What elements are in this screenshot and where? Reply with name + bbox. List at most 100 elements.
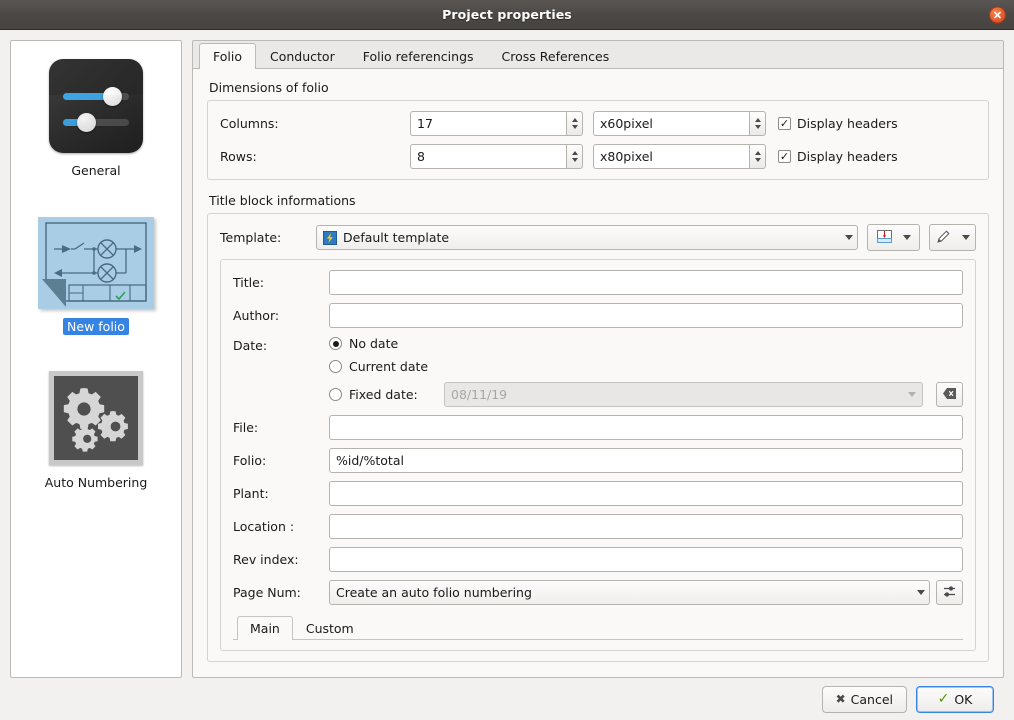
columns-size-input[interactable]: x60pixel xyxy=(593,111,749,136)
location-field-row: Location : xyxy=(233,514,963,539)
sidebar-item-auto-numbering[interactable]: Auto Numbering xyxy=(11,371,181,491)
checkbox-checked-icon[interactable]: ✓ xyxy=(778,117,791,130)
folio-field-input[interactable]: %id/%total xyxy=(329,448,963,473)
rows-display-headers-label: Display headers xyxy=(797,149,898,164)
checkbox-checked-icon[interactable]: ✓ xyxy=(778,150,791,163)
folio-field-label: Folio: xyxy=(233,453,267,468)
settings-sidebar: General New folio Auto Numbering xyxy=(10,40,182,678)
date-option-current-date[interactable]: Current date xyxy=(329,359,963,374)
chevron-down-icon[interactable] xyxy=(903,235,911,240)
template-combo[interactable]: Default template xyxy=(316,225,859,250)
check-icon: ✓ xyxy=(937,691,950,707)
sidebar-item-general[interactable]: General xyxy=(11,59,181,179)
columns-count-spin-buttons[interactable] xyxy=(566,111,583,136)
title-field-input[interactable] xyxy=(329,270,963,295)
rows-size-spin-buttons[interactable] xyxy=(749,144,766,169)
radio-selected-icon[interactable] xyxy=(329,337,342,350)
window-title: Project properties xyxy=(442,7,572,22)
rev-index-field-label: Rev index: xyxy=(233,552,299,567)
page-num-row: Page Num: Create an auto folio numbering xyxy=(233,580,963,605)
rows-size-stepper[interactable]: x80pixel xyxy=(593,144,766,169)
spin-up-icon[interactable] xyxy=(754,151,761,155)
dimensions-group-title: Dimensions of folio xyxy=(209,80,329,95)
template-row: Template: Default template xyxy=(220,224,976,251)
chevron-down-icon[interactable] xyxy=(908,392,916,397)
rows-count-spin-buttons[interactable] xyxy=(566,144,583,169)
template-label: Template: xyxy=(220,230,282,245)
date-option-fixed-date-label: Fixed date: xyxy=(349,387,418,402)
window-body: General New folio Auto Numbering Folio C… xyxy=(0,30,1014,720)
spin-up-icon[interactable] xyxy=(571,151,578,155)
author-field-row: Author: xyxy=(233,303,963,328)
columns-label: Columns: xyxy=(220,116,279,131)
sidebar-item-label-new-folio: New folio xyxy=(63,318,129,335)
spin-up-icon[interactable] xyxy=(754,118,761,122)
tab-cross-references[interactable]: Cross References xyxy=(488,43,624,69)
file-field-input[interactable] xyxy=(329,415,963,440)
title-field-row: Title: xyxy=(233,270,963,295)
columns-count-input[interactable]: 17 xyxy=(410,111,566,136)
settings-scroll-area: Dimensions of folio Columns: 17 x60pixel… xyxy=(193,69,1003,677)
tabbar: Folio Conductor Folio referencings Cross… xyxy=(193,41,1003,69)
spin-down-icon[interactable] xyxy=(571,158,578,162)
title-block-edit-button[interactable] xyxy=(928,224,976,251)
inner-tab-custom[interactable]: Custom xyxy=(293,616,367,640)
title-block-insert-icon xyxy=(876,228,893,248)
columns-size-stepper[interactable]: x60pixel xyxy=(593,111,766,136)
gears-icon xyxy=(49,371,143,465)
file-field-row: File: xyxy=(233,415,963,440)
spin-down-icon[interactable] xyxy=(571,125,578,129)
fixed-date-clear-button[interactable] xyxy=(936,382,963,407)
page-num-label: Page Num: xyxy=(233,585,301,600)
dialog-footer: ✖ Cancel ✓ OK xyxy=(10,678,1004,720)
rows-count-stepper[interactable]: 8 xyxy=(410,144,583,169)
page-num-settings-button[interactable] xyxy=(936,580,963,605)
lightning-bolt-icon xyxy=(323,230,337,245)
sliders-icon xyxy=(49,59,143,153)
columns-row: Columns: 17 x60pixel ✓ Display headers xyxy=(220,111,976,136)
columns-size-spin-buttons[interactable] xyxy=(749,111,766,136)
chevron-down-icon[interactable] xyxy=(961,235,970,240)
chevron-down-icon[interactable] xyxy=(845,235,854,240)
rows-row: Rows: 8 x80pixel ✓ Display headers xyxy=(220,144,976,169)
tab-conductor[interactable]: Conductor xyxy=(256,43,349,69)
inner-tab-main[interactable]: Main xyxy=(237,616,293,640)
radio-unselected-icon[interactable] xyxy=(329,388,342,401)
title-field-label: Title: xyxy=(233,275,264,290)
tab-folio-referencings[interactable]: Folio referencings xyxy=(349,43,488,69)
window-titlebar: Project properties xyxy=(0,0,1014,30)
rows-display-headers-checkbox[interactable]: ✓ Display headers xyxy=(778,149,898,164)
spin-up-icon[interactable] xyxy=(571,118,578,122)
rows-label: Rows: xyxy=(220,149,257,164)
tab-folio[interactable]: Folio xyxy=(199,43,256,69)
close-icon[interactable] xyxy=(989,6,1006,23)
columns-display-headers-checkbox[interactable]: ✓ Display headers xyxy=(778,116,898,131)
fixed-date-input[interactable]: 08/11/19 xyxy=(444,382,923,407)
page-num-combo[interactable]: Create an auto folio numbering xyxy=(329,580,930,605)
author-field-input[interactable] xyxy=(329,303,963,328)
dimensions-groupbox: Columns: 17 x60pixel ✓ Display headers R… xyxy=(207,100,989,180)
chevron-down-icon[interactable] xyxy=(917,590,925,595)
spin-down-icon[interactable] xyxy=(754,125,761,129)
author-field-label: Author: xyxy=(233,308,280,323)
columns-display-headers-label: Display headers xyxy=(797,116,898,131)
location-field-input[interactable] xyxy=(329,514,963,539)
date-option-fixed-date[interactable]: Fixed date: 08/11/19 xyxy=(329,382,963,407)
rows-count-input[interactable]: 8 xyxy=(410,144,566,169)
rows-size-input[interactable]: x80pixel xyxy=(593,144,749,169)
date-option-no-date[interactable]: No date xyxy=(329,336,963,351)
sidebar-item-label-general: General xyxy=(71,163,121,178)
title-block-group-title: Title block informations xyxy=(209,193,356,208)
page-num-value: Create an auto folio numbering xyxy=(336,585,532,600)
spin-down-icon[interactable] xyxy=(754,158,761,162)
title-block-insert-button[interactable] xyxy=(867,224,920,251)
main-panel: Folio Conductor Folio referencings Cross… xyxy=(192,40,1004,678)
radio-unselected-icon[interactable] xyxy=(329,360,342,373)
cancel-button[interactable]: ✖ Cancel xyxy=(821,685,907,713)
sidebar-item-label-auto-numbering: Auto Numbering xyxy=(44,475,148,490)
columns-count-stepper[interactable]: 17 xyxy=(410,111,583,136)
ok-button[interactable]: ✓ OK xyxy=(916,685,994,713)
plant-field-input[interactable] xyxy=(329,481,963,506)
sidebar-item-new-folio[interactable]: New folio xyxy=(11,217,181,335)
rev-index-field-input[interactable] xyxy=(329,547,963,572)
